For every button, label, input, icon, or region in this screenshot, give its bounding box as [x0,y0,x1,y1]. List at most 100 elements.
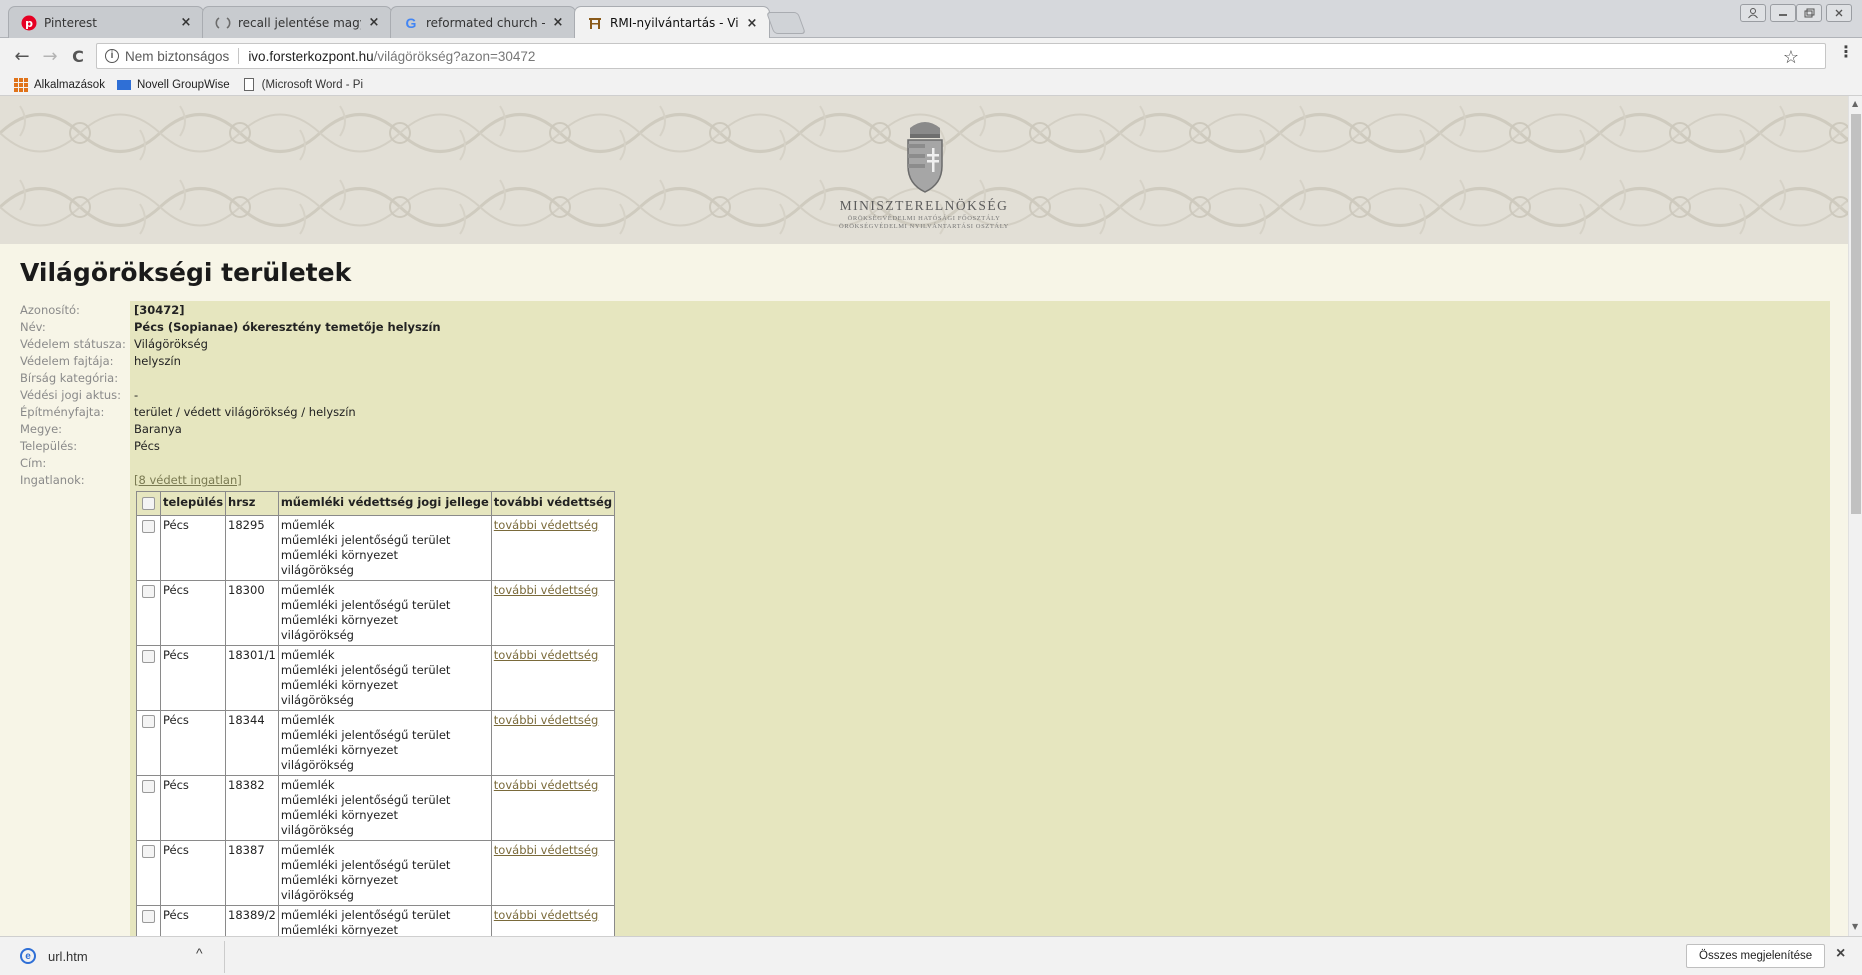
tab-strip: p Pinterest × recall jelentése magyarul … [0,0,1862,39]
bookmark-star-icon[interactable]: ☆ [1783,47,1799,68]
menu-icon[interactable]: ⋮ [1838,42,1854,61]
more-protection-link[interactable]: további védettség [494,778,599,792]
tab-google[interactable]: G reformated church - Goo × [390,6,576,38]
more-protection-link[interactable]: további védettség [494,648,599,662]
protection-type: műemlék [280,583,335,597]
bookmark-label: Alkalmazások [34,78,105,91]
svg-text:G: G [406,15,417,31]
field-label-address: Cím: [20,456,47,470]
cell-town: Pécs [159,645,227,711]
protection-type: műemléki jelentőségű terület [280,728,451,742]
tab-title: reformated church - Goo [426,15,545,30]
protection-type: műemléki környezet [280,613,398,627]
protection-type: műemlék [280,518,335,532]
properties-link[interactable]: [8 védett ingatlan] [134,473,242,487]
url-host[interactable]: ivo.forsterkozpont.hu [248,49,373,64]
cell-town: Pécs [159,515,227,581]
restore-icon[interactable] [1796,4,1822,22]
tab-pinterest[interactable]: p Pinterest × [8,6,204,38]
table-row: Pécs 18301/1 műemlék műemléki jelentőség… [136,645,616,711]
page-title: Világörökségi területek [20,258,352,287]
security-label[interactable]: Nem biztonságos [125,49,229,64]
back-icon[interactable]: ← [10,44,34,68]
cell-more: további védettség [490,905,616,936]
close-tab-icon[interactable]: × [367,15,381,30]
vertical-scrollbar[interactable]: ▲ ▼ [1848,96,1862,936]
row-checkbox[interactable] [142,715,155,728]
close-tab-icon[interactable]: × [179,15,193,30]
minimize-icon[interactable] [1770,4,1796,22]
ministry-subtitle: ÖRÖKSÉGVÉDELMI NYILVÁNTARTÁSI OSZTÁLY [839,223,1009,230]
cell-protection-types: műemlék műemléki jelentőségű terület műe… [277,710,492,776]
protection-type: műemléki környezet [280,548,398,562]
close-shelf-icon[interactable]: × [1836,945,1845,963]
close-window-icon[interactable] [1826,4,1852,22]
cell-protection-types: műemléki jelentőségű terület műemléki kö… [277,905,492,936]
protection-type: világörökség [280,888,354,902]
field-label-name: Név: [20,320,46,334]
cell-more: további védettség [490,775,616,841]
cell-protection-types: műemlék műemléki jelentőségű terület műe… [277,580,492,646]
browser-toolbar: ← → C i Nem biztonságos ivo.forsterkozpo… [0,38,1862,74]
bookmarks-bar: Alkalmazások Novell GroupWise (Microsoft… [0,74,1862,96]
new-tab-button[interactable] [765,12,807,34]
chevron-up-icon[interactable]: ^ [196,945,203,961]
url-path[interactable]: /világörökség?azon=30472 [374,49,536,64]
cell-protection-types: műemlék műemléki jelentőségű terület műe… [277,775,492,841]
bookmark-word-doc[interactable]: (Microsoft Word - Pi [242,78,363,92]
address-bar[interactable]: i Nem biztonságos ivo.forsterkozpont.hu /… [96,43,1826,69]
scroll-up-icon[interactable]: ▲ [1852,99,1858,108]
field-value-status: Világörökség [134,337,208,351]
protection-type: világörökség [280,693,354,707]
protection-type: világörökség [280,758,354,772]
download-item[interactable]: e url.htm [20,948,88,964]
reload-icon[interactable]: C [66,44,90,68]
close-tab-icon[interactable]: × [745,16,759,31]
scrollbar-thumb[interactable] [1851,114,1861,514]
row-checkbox[interactable] [142,845,155,858]
more-protection-link[interactable]: további védettség [494,843,599,857]
bookmark-apps[interactable]: Alkalmazások [14,77,105,92]
field-label-legal-act: Védési jogi aktus: [20,388,122,402]
more-protection-link[interactable]: további védettség [494,583,599,597]
protection-type: műemlék [280,713,335,727]
cell-more: további védettség [490,580,616,646]
row-checkbox[interactable] [142,585,155,598]
bookmark-groupwise[interactable]: Novell GroupWise [116,78,230,92]
svg-text:p: p [25,17,33,30]
scroll-down-icon[interactable]: ▼ [1852,922,1858,931]
mail-icon [116,78,131,92]
field-label-properties: Ingatlanok: [20,473,85,487]
protection-type: műemlék [280,778,335,792]
tab-recall[interactable]: recall jelentése magyarul × [202,6,392,38]
download-filename: url.htm [48,948,88,964]
select-all-checkbox[interactable] [142,497,155,510]
user-icon[interactable] [1740,4,1766,22]
apps-icon [14,77,28,92]
row-checkbox[interactable] [142,910,155,923]
row-checkbox[interactable] [142,650,155,663]
more-protection-link[interactable]: további védettség [494,518,599,532]
show-all-downloads-button[interactable]: Összes megjelenítése [1686,944,1826,968]
close-tab-icon[interactable]: × [551,15,565,30]
protection-type: műemléki jelentőségű terület [280,533,451,547]
cell-more: további védettség [490,515,616,581]
download-shelf: e url.htm ^ Összes megjelenítése × [0,936,1862,975]
row-checkbox[interactable] [142,520,155,533]
ministry-title: MINISZTERELNÖKSÉG [839,198,1009,213]
protection-type: világörökség [280,823,354,837]
tab-title: RMI-nyilvántartás - Világ [610,16,739,30]
tab-title: Pinterest [44,15,98,30]
forward-icon[interactable]: → [38,44,62,68]
field-label-id: Azonosító: [20,303,80,317]
select-all-cell[interactable] [136,491,161,516]
page-viewport: MINISZTERELNÖKSÉG ÖRÖKSÉGVÉDELMI HATÓSÁG… [0,96,1848,936]
table-header-row: település hrsz műemléki védettség jogi j… [136,491,616,516]
cell-town: Pécs [159,905,227,936]
tab-rmi-active[interactable]: RMI-nyilvántartás - Világ × [574,6,770,39]
table-row: Pécs 18344 műemlék műemléki jelentőségű … [136,710,616,776]
more-protection-link[interactable]: további védettség [494,908,599,922]
more-protection-link[interactable]: további védettség [494,713,599,727]
row-checkbox[interactable] [142,780,155,793]
info-icon[interactable]: i [105,49,119,63]
